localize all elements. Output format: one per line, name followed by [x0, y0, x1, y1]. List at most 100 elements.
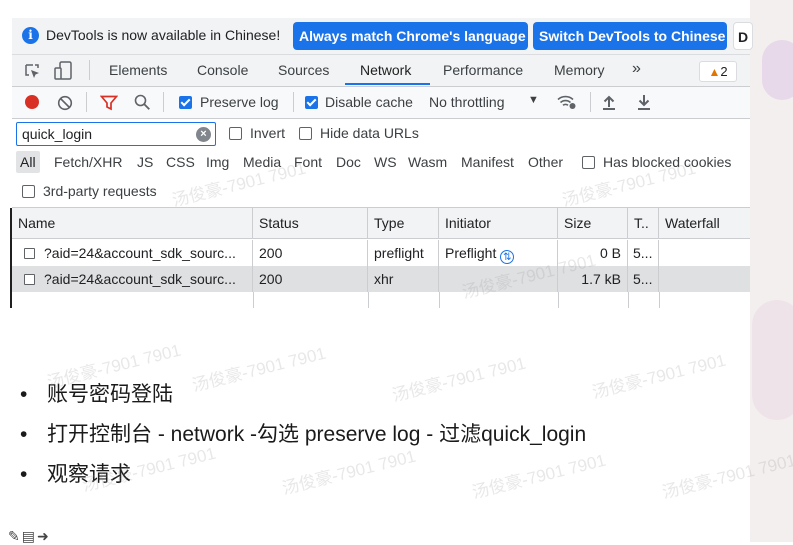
tab-network[interactable]: Network	[360, 62, 411, 78]
bullet-text: 账号密码登陆	[47, 383, 173, 406]
export-har-icon[interactable]	[637, 94, 651, 110]
clear-filter-icon[interactable]: ×	[196, 127, 211, 142]
toolbar-divider	[86, 92, 87, 112]
clear-icon[interactable]	[57, 95, 73, 111]
column-header-type[interactable]: Type	[368, 208, 439, 239]
request-type: preflight	[368, 240, 439, 266]
record-icon[interactable]	[25, 95, 39, 109]
type-manifest[interactable]: Manifest	[461, 154, 514, 170]
type-all[interactable]: All	[16, 151, 40, 173]
request-size: 0 B	[558, 240, 628, 266]
request-time: 5...	[628, 266, 659, 292]
invert-checkbox[interactable]	[229, 127, 242, 140]
dont-show-button[interactable]: D	[733, 22, 753, 50]
slide-controls: ✎▤➜	[8, 528, 51, 545]
column-header-initiator[interactable]: Initiator	[439, 208, 558, 239]
request-name-cell[interactable]: ?aid=24&account_sdk_sourc...	[12, 240, 253, 266]
type-fetch-xhr[interactable]: Fetch/XHR	[54, 154, 122, 170]
disable-cache-label: Disable cache	[325, 94, 413, 110]
request-waterfall	[659, 240, 750, 266]
column-header-status[interactable]: Status	[253, 208, 368, 239]
request-initiator-cell[interactable]: Preflight ⇅	[439, 240, 558, 266]
hide-data-urls-checkbox[interactable]	[299, 127, 312, 140]
table-row[interactable]: ?aid=24&account_sdk_sourc... 200 xhr 1.7…	[12, 266, 750, 292]
column-header-waterfall[interactable]: Waterfall	[659, 208, 750, 239]
type-css[interactable]: CSS	[166, 154, 195, 170]
type-font[interactable]: Font	[294, 154, 322, 170]
disable-cache-checkbox[interactable]	[305, 96, 318, 109]
filter-input[interactable]	[16, 122, 216, 146]
type-media[interactable]: Media	[243, 154, 281, 170]
network-toolbar: Preserve log Disable cache No throttling…	[12, 87, 750, 119]
search-icon[interactable]	[134, 94, 151, 111]
tab-elements[interactable]: Elements	[109, 62, 167, 78]
import-har-icon[interactable]	[602, 94, 616, 110]
type-wasm[interactable]: Wasm	[408, 154, 447, 170]
toolbar-divider	[89, 60, 90, 80]
requests-table: Name Status Type Initiator Size T.. Wate…	[12, 208, 750, 308]
request-name: ?aid=24&account_sdk_sourc...	[44, 245, 236, 261]
match-language-button[interactable]: Always match Chrome's language	[293, 22, 528, 50]
request-type-icon	[24, 248, 35, 259]
devtools-tabs: Elements Console Sources Network Perform…	[12, 55, 750, 87]
preflight-link-icon[interactable]: ⇅	[500, 250, 515, 264]
third-party-row: 3rd-party requests	[12, 177, 750, 208]
type-ws[interactable]: WS	[374, 154, 397, 170]
table-row[interactable]: ?aid=24&account_sdk_sourc... 200 preflig…	[12, 240, 750, 266]
tab-sources[interactable]: Sources	[278, 62, 329, 78]
request-type: xhr	[368, 266, 439, 292]
warning-icon: ▲	[708, 65, 721, 79]
request-status: 200	[253, 240, 368, 266]
request-time: 5...	[628, 240, 659, 266]
warning-count: 2	[720, 64, 728, 79]
request-status: 200	[253, 266, 368, 292]
bullet-text: 观察请求	[47, 463, 131, 486]
switch-language-button[interactable]: Switch DevTools to Chinese	[533, 22, 727, 50]
type-doc[interactable]: Doc	[336, 154, 361, 170]
tab-performance[interactable]: Performance	[443, 62, 523, 78]
column-header-name[interactable]: Name	[12, 208, 253, 239]
invert-label: Invert	[250, 125, 286, 141]
throttling-dropdown-icon[interactable]: ▼	[528, 94, 539, 106]
bullet-item: • 观察请求	[20, 463, 131, 486]
filter-bar: × Invert Hide data URLs	[12, 119, 750, 149]
third-party-checkbox[interactable]	[22, 185, 35, 198]
request-size: 1.7 kB	[558, 266, 628, 292]
device-toolbar-icon[interactable]	[54, 61, 72, 81]
toolbar-divider	[590, 92, 591, 112]
type-img[interactable]: Img	[206, 154, 229, 170]
request-name: ?aid=24&account_sdk_sourc...	[44, 271, 236, 287]
bullet-text: 打开控制台 - network -勾选 preserve log - 过滤qui…	[47, 423, 587, 446]
type-other[interactable]: Other	[528, 154, 563, 170]
inspect-element-icon[interactable]	[24, 63, 41, 80]
warnings-badge[interactable]: ▲2	[699, 61, 737, 82]
preserve-log-checkbox[interactable]	[179, 96, 192, 109]
request-initiator	[439, 266, 558, 292]
column-header-time[interactable]: T..	[628, 208, 659, 239]
toolbar-divider	[293, 92, 294, 112]
request-type-icon	[24, 274, 35, 285]
request-waterfall	[659, 266, 750, 292]
blocked-cookies-checkbox[interactable]	[582, 156, 595, 169]
hide-data-urls-label: Hide data URLs	[320, 125, 419, 141]
resource-type-filters: All Fetch/XHR JS CSS Img Media Font Doc …	[12, 149, 750, 177]
more-tabs-icon[interactable]: »	[632, 60, 641, 78]
request-name-cell[interactable]: ?aid=24&account_sdk_sourc...	[12, 266, 253, 292]
throttling-select[interactable]: No throttling	[429, 94, 504, 110]
third-party-label: 3rd-party requests	[43, 183, 157, 199]
network-conditions-icon[interactable]	[557, 94, 577, 110]
type-js[interactable]: JS	[137, 154, 153, 170]
column-header-size[interactable]: Size	[558, 208, 628, 239]
filter-icon[interactable]	[100, 95, 118, 111]
bullet-item: • 账号密码登陆	[20, 383, 173, 406]
request-initiator: Preflight	[445, 245, 497, 261]
preserve-log-label: Preserve log	[200, 94, 279, 110]
tab-memory[interactable]: Memory	[554, 62, 605, 78]
language-infobar: i DevTools is now available in Chinese! …	[12, 18, 753, 55]
tab-console[interactable]: Console	[197, 62, 248, 78]
toolbar-divider	[163, 92, 164, 112]
info-icon: i	[22, 27, 39, 44]
bullet-item: • 打开控制台 - network -勾选 preserve log - 过滤qu…	[20, 423, 587, 446]
active-tab-indicator	[345, 83, 430, 85]
background-decoration	[750, 0, 793, 542]
